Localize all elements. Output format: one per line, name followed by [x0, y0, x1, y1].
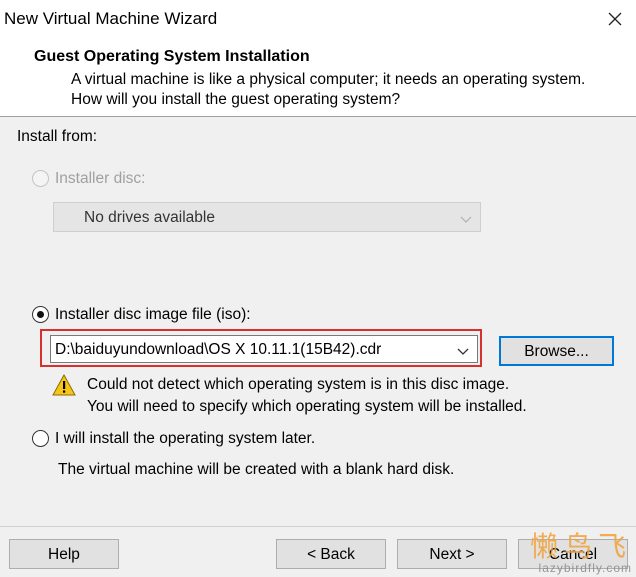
iso-radio[interactable]: [32, 306, 49, 323]
watermark-logo: 懒鸟飞 lazybirdfly.com: [529, 531, 632, 576]
install-later-radio[interactable]: [32, 430, 49, 447]
installer-disc-dropdown[interactable]: No drives available: [53, 202, 481, 232]
browse-button-label: Browse...: [524, 343, 589, 360]
installer-disc-label: Installer disc:: [55, 170, 146, 187]
browse-button[interactable]: Browse...: [499, 336, 614, 366]
wizard-header: Guest Operating System Installation A vi…: [0, 38, 636, 117]
help-button[interactable]: Help: [9, 539, 119, 569]
back-button-label: < Back: [307, 546, 355, 563]
iso-path-value: D:\baiduyundownload\OS X 10.11.1(15B42).…: [55, 341, 382, 358]
window-title: New Virtual Machine Wizard: [4, 9, 218, 28]
title-bar: New Virtual Machine Wizard: [0, 0, 636, 38]
chevron-down-icon[interactable]: [457, 344, 469, 362]
header-title: Guest Operating System Installation: [34, 48, 310, 65]
close-icon: [608, 12, 622, 26]
iso-label: Installer disc image file (iso):: [55, 306, 251, 323]
iso-path-combobox[interactable]: D:\baiduyundownload\OS X 10.11.1(15B42).…: [50, 335, 478, 363]
next-button[interactable]: Next >: [397, 539, 507, 569]
warning-icon: [52, 373, 76, 401]
install-later-description: The virtual machine will be created with…: [58, 461, 455, 478]
close-button[interactable]: [602, 6, 628, 32]
chevron-down-icon: [460, 212, 472, 230]
installer-disc-dropdown-value: No drives available: [84, 209, 215, 226]
watermark-text: 懒鸟飞: [529, 531, 632, 562]
footer-divider: [0, 526, 636, 527]
installer-disc-radio[interactable]: [32, 170, 49, 187]
watermark-url: lazybirdfly.com: [538, 561, 632, 575]
radio-selected-dot: [36, 310, 44, 318]
install-from-label: Install from:: [17, 128, 98, 145]
warning-line-1: Could not detect which operating system …: [87, 376, 510, 393]
help-button-label: Help: [48, 546, 80, 563]
header-description: A virtual machine is like a physical com…: [71, 71, 586, 108]
install-later-label: I will install the operating system late…: [55, 430, 316, 447]
back-button[interactable]: < Back: [276, 539, 386, 569]
next-button-label: Next >: [429, 546, 475, 563]
warning-line-2: You will need to specify which operating…: [87, 398, 527, 415]
